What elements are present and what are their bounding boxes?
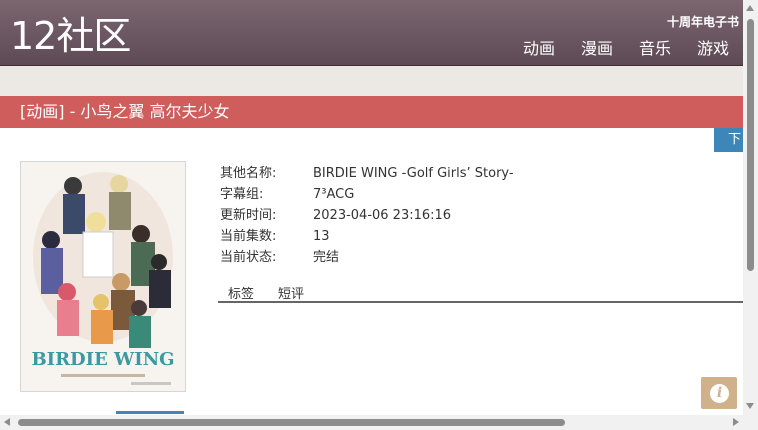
nav-anime[interactable]: 动画 — [523, 38, 555, 60]
info-value[interactable]: 7³ACG — [313, 184, 354, 205]
info-label: 更新时间: — [220, 208, 277, 223]
info-row-status: 当前状态: 完结 — [220, 247, 514, 268]
info-row-subgroup: 字幕组: 7³ACG — [220, 184, 514, 205]
chevron-left-icon[interactable] — [4, 418, 10, 426]
nav-games[interactable]: 游戏 — [697, 38, 729, 60]
chevron-right-icon[interactable] — [733, 418, 739, 426]
info-row-aliases: 其他名称: BIRDIE WING -Golf Girls’ Story- — [220, 163, 514, 184]
vertical-scroll-thumb[interactable] — [747, 19, 754, 271]
site-logo[interactable]: 12社区 — [10, 12, 131, 60]
sub-bar — [0, 66, 743, 96]
info-row-episodes: 当前集数: 13 — [220, 226, 514, 247]
info-button[interactable]: i — [701, 377, 737, 409]
tab-tags[interactable]: 标签 — [228, 283, 254, 302]
download-tab[interactable]: 下 — [714, 128, 743, 152]
nav-music[interactable]: 音乐 — [639, 38, 671, 60]
info-value: BIRDIE WING -Golf Girls’ Story- — [313, 166, 514, 181]
tab-reviews[interactable]: 短评 — [278, 283, 304, 302]
site-header: 12社区 十周年电子书 动画 漫画 音乐 游戏 — [0, 0, 743, 66]
horizontal-scroll-thumb[interactable] — [18, 419, 565, 426]
chevron-down-icon[interactable] — [746, 403, 754, 409]
info-icon: i — [710, 384, 729, 403]
info-value: 完结 — [313, 250, 340, 265]
info-label: 字幕组: — [220, 187, 264, 202]
info-panel: 其他名称: BIRDIE WING -Golf Girls’ Story- 字幕… — [220, 163, 514, 268]
cover-art: BIRDIE WING — [21, 162, 185, 391]
info-row-updated: 更新时间: 2023-04-06 23:16:16 — [220, 205, 514, 226]
info-value: 2023-04-06 23:16:16 — [313, 208, 452, 223]
info-value: 13 — [313, 229, 330, 244]
nav-manga[interactable]: 漫画 — [581, 38, 613, 60]
chevron-up-icon[interactable] — [746, 5, 754, 11]
info-label: 当前集数: — [220, 229, 277, 244]
cover-underline — [116, 411, 184, 414]
info-label: 当前状态: — [220, 250, 277, 265]
page-title-bar: [动画] - 小鸟之翼 高尔夫少女 — [0, 96, 743, 128]
info-label: 其他名称: — [220, 166, 277, 181]
page-title: [动画] - 小鸟之翼 高尔夫少女 — [20, 102, 230, 121]
detail-tabs: 标签 短评 — [218, 281, 743, 303]
cover-logo: BIRDIE WING — [31, 349, 174, 370]
main-nav: 动画 漫画 音乐 游戏 — [497, 38, 729, 60]
cover-image[interactable]: BIRDIE WING — [20, 161, 186, 392]
ebook-link[interactable]: 十周年电子书 — [667, 13, 739, 30]
